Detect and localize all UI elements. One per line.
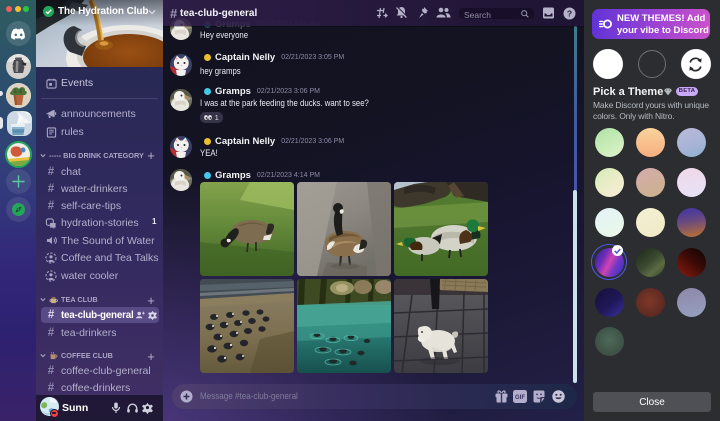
svg-text:?: ? xyxy=(566,8,571,18)
svg-text:GIF: GIF xyxy=(515,395,525,401)
